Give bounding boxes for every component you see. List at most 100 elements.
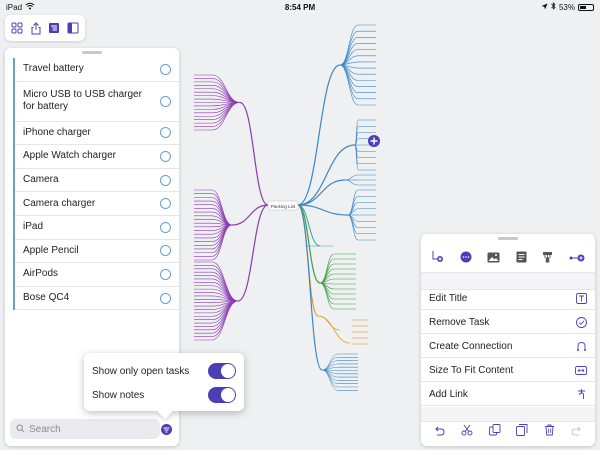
- mindmap-branch: [239, 101, 269, 206]
- mindmap-branch: [211, 224, 233, 253]
- task-label: AirPods: [23, 268, 59, 280]
- root-node[interactable]: Packing List: [267, 200, 299, 211]
- mindmap-branch: [339, 64, 359, 93]
- size-to-fit-action[interactable]: Size To Fit Content: [421, 359, 595, 382]
- action-label: Add Link: [429, 388, 468, 400]
- edit-toolbar: [421, 422, 595, 442]
- duplicate-icon[interactable]: [516, 423, 528, 441]
- cut-icon[interactable]: [461, 423, 473, 441]
- task-label: Apple Watch charger: [23, 150, 117, 162]
- inspector-grabber[interactable]: [498, 237, 518, 240]
- filter-icon[interactable]: [161, 424, 172, 435]
- task-checkbox[interactable]: [160, 63, 171, 75]
- mindmap-branch: [211, 197, 233, 226]
- task-row[interactable]: Travel battery: [15, 58, 179, 82]
- mindmap-branch: [321, 357, 339, 371]
- edit-title-action[interactable]: Edit Title: [421, 287, 595, 310]
- mindmap-branch: [339, 64, 359, 100]
- fit-content-icon: [575, 364, 587, 376]
- task-checkbox[interactable]: [160, 221, 171, 233]
- filter-popover: Show only open tasks Show notes: [84, 353, 244, 411]
- show-notes-label: Show notes: [92, 389, 145, 401]
- tag-icon[interactable]: [542, 250, 553, 268]
- task-checkbox[interactable]: [160, 127, 171, 139]
- action-label: Edit Title: [429, 292, 468, 304]
- outline-icon[interactable]: [47, 21, 61, 35]
- trash-icon[interactable]: [544, 423, 555, 441]
- redo-icon[interactable]: [571, 423, 583, 441]
- action-label: Size To Fit Content: [429, 364, 514, 376]
- task-row[interactable]: AirPods: [15, 263, 179, 287]
- connect-icon[interactable]: [569, 250, 585, 268]
- mindmap-branch: [211, 102, 241, 120]
- task-row[interactable]: Micro USB to USB charger for battery: [15, 82, 179, 122]
- task-label: Camera: [23, 174, 59, 186]
- inspector-panel: Edit Title Remove Task Create Connection…: [421, 234, 595, 446]
- mindmap-branch: [211, 200, 233, 226]
- task-label: iPad: [23, 221, 44, 233]
- task-row[interactable]: Camera: [15, 169, 179, 193]
- action-label: Remove Task: [429, 316, 490, 328]
- mindmap-branch: [237, 204, 269, 302]
- task-row[interactable]: Apple Pencil: [15, 240, 179, 264]
- battery-icon: [578, 3, 594, 11]
- task-row[interactable]: iPhone charger: [15, 122, 179, 146]
- root-node-label: Packing List: [271, 204, 296, 209]
- task-list: Travel battery Micro USB to USB charger …: [13, 58, 179, 311]
- grid-icon[interactable]: [10, 21, 24, 35]
- mindmap-branch: [339, 24, 359, 66]
- mindmap-branch: [211, 224, 233, 250]
- top-toolbar: [5, 15, 85, 41]
- show-open-tasks-row: Show only open tasks: [84, 360, 244, 382]
- task-checkbox[interactable]: [160, 268, 171, 280]
- inspector-toolbar: [421, 248, 595, 270]
- add-node-button[interactable]: [368, 135, 380, 147]
- mindmap-branch: [317, 315, 351, 344]
- mindmap-branch: [231, 204, 269, 226]
- mindmap-branch: [211, 275, 239, 302]
- more-icon[interactable]: [460, 250, 472, 268]
- search-input[interactable]: [29, 423, 154, 435]
- create-connection-action[interactable]: Create Connection: [421, 335, 595, 358]
- remove-task-action[interactable]: Remove Task: [421, 311, 595, 334]
- mindmap-branch: [347, 189, 359, 216]
- task-row[interactable]: Apple Watch charger: [15, 145, 179, 169]
- add-link-action[interactable]: Add Link: [421, 383, 595, 406]
- mindmap-branch: [321, 369, 339, 388]
- task-checkbox[interactable]: [160, 95, 171, 107]
- mindmap-branch: [344, 174, 359, 181]
- task-checkbox[interactable]: [160, 174, 171, 186]
- mindmap-branch: [347, 214, 359, 241]
- notes-icon[interactable]: [516, 250, 527, 268]
- panel-grabber[interactable]: [82, 51, 102, 54]
- task-label: Camera charger: [23, 197, 96, 209]
- show-notes-row: Show notes: [84, 384, 244, 406]
- task-row[interactable]: iPad: [15, 216, 179, 240]
- mindmap-branch: [344, 179, 359, 186]
- add-child-icon[interactable]: [431, 250, 444, 268]
- task-checkbox[interactable]: [160, 150, 171, 162]
- mindmap-branch: [319, 282, 335, 310]
- undo-icon[interactable]: [433, 423, 445, 441]
- image-icon[interactable]: [487, 250, 500, 268]
- task-row[interactable]: Bose QC4: [15, 287, 179, 311]
- mindmap-branch: [317, 315, 341, 331]
- search-icon: [16, 420, 25, 438]
- mindmap-branch: [319, 263, 335, 284]
- task-checkbox[interactable]: [160, 245, 171, 257]
- mindmap-branch: [297, 64, 341, 206]
- task-checkbox[interactable]: [160, 292, 171, 304]
- mindmap-branch: [211, 85, 241, 103]
- share-icon[interactable]: [29, 21, 43, 35]
- status-bar: iPad 8:54 PM 53%: [0, 0, 600, 14]
- link-icon: [575, 388, 587, 400]
- task-row[interactable]: Camera charger: [15, 192, 179, 216]
- task-label: Travel battery: [23, 63, 84, 75]
- mindmap-branch: [339, 64, 359, 106]
- show-notes-toggle[interactable]: [208, 387, 236, 403]
- copy-icon[interactable]: [488, 423, 501, 441]
- show-open-tasks-toggle[interactable]: [208, 363, 236, 379]
- task-checkbox[interactable]: [160, 198, 171, 210]
- sidebar-icon[interactable]: [66, 21, 80, 35]
- search-bar: [10, 419, 160, 439]
